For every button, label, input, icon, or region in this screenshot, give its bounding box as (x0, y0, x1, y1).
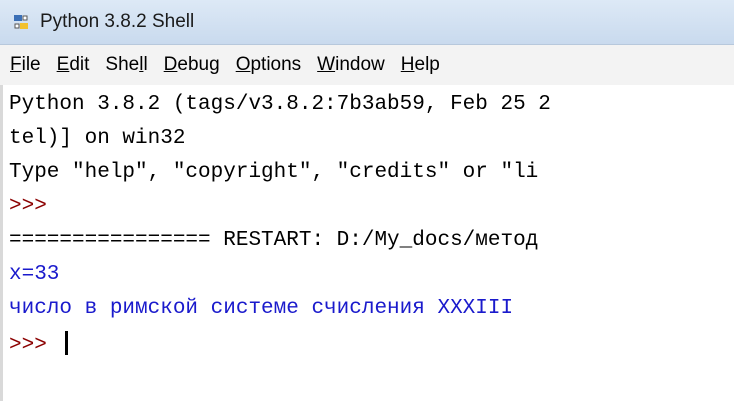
menu-file-label: ile (21, 54, 41, 75)
shell-active-prompt: >>> (9, 334, 60, 357)
shell-line-output: число в римской системе счисления XXXIII (9, 297, 514, 320)
idle-shell-window: Python 3.8.2 Shell File Edit Shell Debug… (0, 0, 734, 401)
menu-window[interactable]: Window (317, 54, 385, 76)
menu-shell-label-pre: She (105, 54, 140, 75)
title-bar: Python 3.8.2 Shell (0, 0, 734, 45)
shell-line-input-echo: x=33 (9, 263, 60, 286)
menu-debug-label: ebug (177, 54, 220, 75)
menu-options-label: ptions (250, 54, 302, 75)
text-cursor (65, 331, 69, 355)
menu-options[interactable]: Options (236, 54, 301, 76)
menu-options-accel: O (235, 54, 251, 75)
menu-help-accel: H (400, 54, 415, 75)
menu-shell-label: l (143, 54, 148, 75)
shell-prompt: >>> (9, 195, 47, 218)
shell-text-area[interactable]: Python 3.8.2 (tags/v3.8.2:7b3ab59, Feb 2… (0, 85, 734, 401)
menu-file-accel: F (10, 54, 22, 75)
menu-edit-accel: E (56, 54, 70, 75)
shell-line-banner-3: Type "help", "copyright", "credits" or "… (9, 161, 539, 184)
menu-edit-label: dit (69, 54, 90, 75)
shell-line-banner-1: Python 3.8.2 (tags/v3.8.2:7b3ab59, Feb 2… (9, 93, 551, 116)
menu-help-label: elp (414, 54, 440, 75)
menu-shell[interactable]: Shell (105, 54, 147, 76)
menu-debug-accel: D (163, 54, 178, 75)
window-title: Python 3.8.2 Shell (40, 11, 195, 32)
shell-line-restart: ================ RESTART: D:/My_docs/мет… (9, 229, 539, 252)
menu-file[interactable]: File (10, 54, 41, 76)
menu-edit[interactable]: Edit (57, 54, 90, 76)
menu-bar: File Edit Shell Debug Options Window Hel… (0, 45, 734, 86)
menu-debug[interactable]: Debug (164, 54, 220, 76)
menu-window-label: indow (335, 54, 385, 75)
shell-line-banner-2: tel)] on win32 (9, 127, 186, 150)
shell-active-prompt-line[interactable]: >>> (9, 331, 69, 358)
menu-window-accel: W (317, 54, 336, 75)
menu-help[interactable]: Help (401, 54, 440, 76)
python-idle-icon (10, 11, 32, 33)
